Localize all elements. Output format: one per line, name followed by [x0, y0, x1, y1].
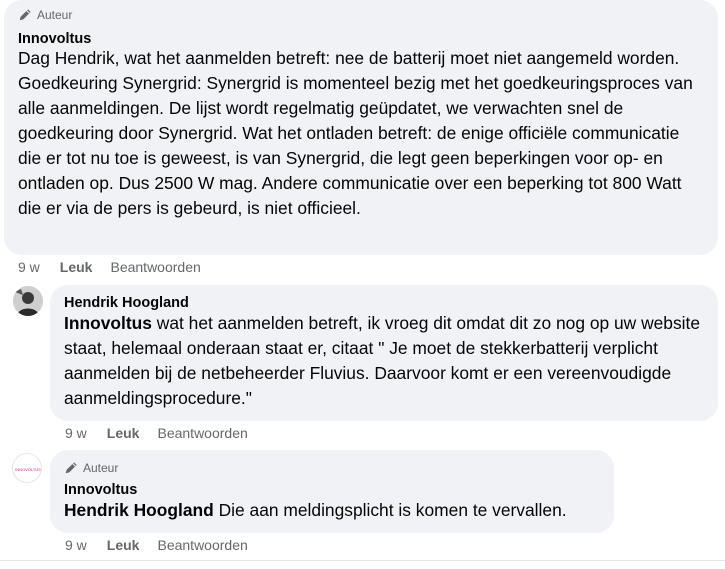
- author-badge: Auteur: [18, 7, 704, 23]
- comment-actions: 9 w Leuk Beantwoorden: [18, 259, 201, 275]
- comment-bubble: Auteur Innovoltus Dag Hendrik, wat het a…: [4, 0, 718, 255]
- reply-button[interactable]: Beantwoorden: [157, 537, 247, 553]
- comment-body: Die aan meldingsplicht is komen te verva…: [213, 500, 567, 520]
- like-button[interactable]: Leuk: [107, 537, 140, 553]
- author-badge-label: Auteur: [37, 8, 73, 22]
- comment-body: wat het aanmelden betreft, ik vroeg dit …: [64, 313, 701, 408]
- comment-text: Hendrik Hoogland Die aan meldingsplicht …: [64, 498, 600, 523]
- comment-timestamp[interactable]: 9 w: [65, 537, 87, 553]
- comment-author[interactable]: Hendrik Hoogland: [64, 295, 704, 311]
- comment-text: Dag Hendrik, wat het aanmelden betreft: …: [18, 48, 693, 218]
- avatar[interactable]: [13, 286, 43, 316]
- like-button[interactable]: Leuk: [107, 425, 140, 441]
- reply-button[interactable]: Beantwoorden: [157, 425, 247, 441]
- like-button[interactable]: Leuk: [60, 259, 93, 275]
- author-badge-label: Auteur: [83, 461, 119, 475]
- pencil-icon: [65, 462, 77, 474]
- comment-bubble: Hendrik Hoogland Innovoltus wat het aanm…: [50, 285, 718, 421]
- author-badge: Auteur: [64, 460, 600, 476]
- comment-author[interactable]: Innovoltus: [18, 31, 704, 47]
- divider: [0, 560, 725, 561]
- comment-author[interactable]: Innovoltus: [64, 482, 600, 498]
- reply-button[interactable]: Beantwoorden: [110, 259, 200, 275]
- mention-link[interactable]: Innovoltus: [64, 313, 152, 333]
- pencil-icon: [19, 9, 31, 21]
- comment-timestamp[interactable]: 9 w: [18, 259, 40, 275]
- comment-timestamp[interactable]: 9 w: [65, 425, 87, 441]
- avatar[interactable]: INNOVOLTUS: [12, 453, 42, 483]
- mention-link[interactable]: Hendrik Hoogland: [64, 500, 214, 520]
- comment-actions: 9 w Leuk Beantwoorden: [65, 425, 248, 441]
- avatar-label: INNOVOLTUS: [15, 467, 41, 472]
- comment-bubble: Auteur Innovoltus Hendrik Hoogland Die a…: [50, 450, 614, 533]
- comment-actions: 9 w Leuk Beantwoorden: [65, 537, 248, 553]
- innovoltus-logo: INNOVOLTUS: [15, 467, 41, 472]
- comment-text: Innovoltus wat het aanmelden betreft, ik…: [64, 311, 704, 411]
